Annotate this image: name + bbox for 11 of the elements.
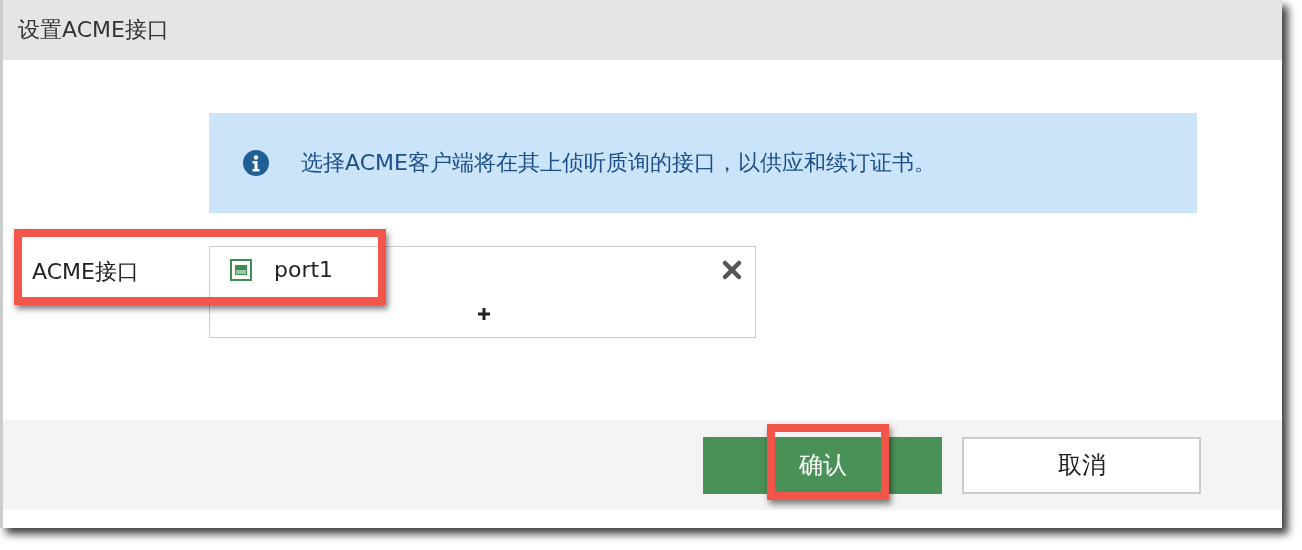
dialog-title: 设置ACME接口: [18, 16, 169, 44]
interface-select-field[interactable]: port1: [209, 246, 756, 338]
field-label: ACME接口: [32, 258, 140, 286]
confirm-button[interactable]: 确认: [703, 436, 942, 494]
close-icon[interactable]: [721, 259, 743, 281]
add-icon[interactable]: [477, 307, 491, 321]
info-icon: [243, 150, 269, 176]
info-message: 选择ACME客户端将在其上侦听质询的接口，以供应和续订证书。: [301, 149, 936, 177]
network-port-icon: [230, 258, 252, 281]
cancel-button[interactable]: 取消: [962, 436, 1201, 494]
selected-interface: port1: [274, 257, 334, 282]
